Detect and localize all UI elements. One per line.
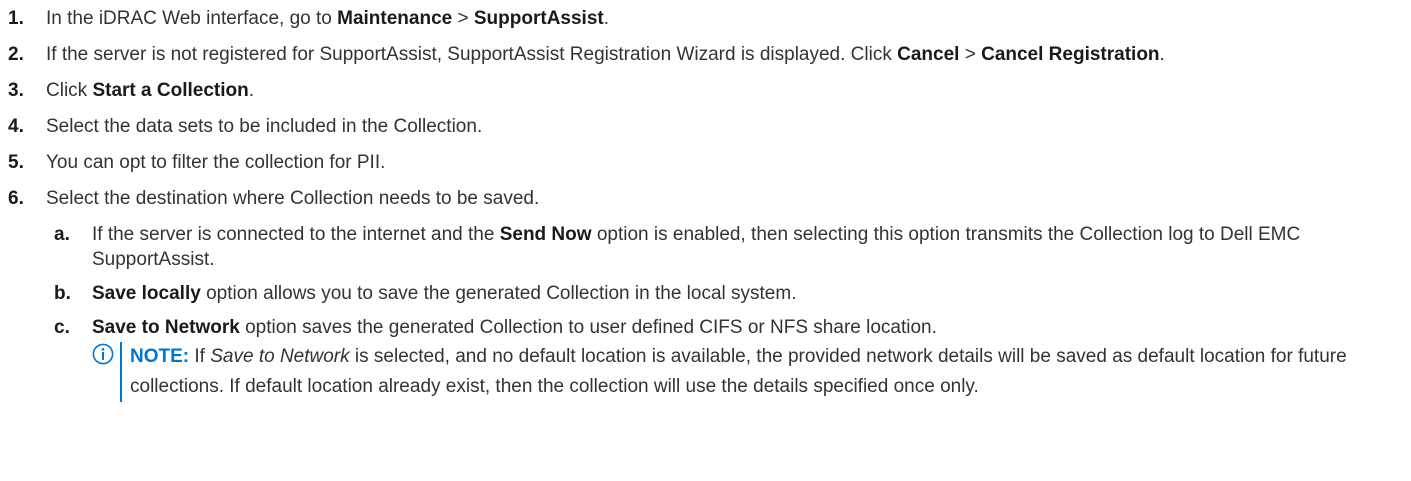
substep-letter: b.: [54, 283, 71, 304]
step-text: Click: [46, 80, 93, 101]
save-to-network-label: Save to Network: [92, 317, 240, 338]
substep-letter: c.: [54, 317, 70, 338]
step-4: 4. Select the data sets to be included i…: [0, 114, 1411, 139]
step-text: If the server is not registered for Supp…: [46, 44, 898, 65]
note-callout: NOTE: If Save to Network is selected, an…: [92, 342, 1411, 402]
step-text: Select the data sets to be included in t…: [46, 116, 483, 137]
substep-c: c. Save to Network option saves the gene…: [0, 315, 1411, 340]
save-locally-label: Save locally: [92, 283, 201, 304]
cancel-registration-label: Cancel Registration: [981, 44, 1160, 65]
step-5: 5. You can opt to filter the collection …: [0, 150, 1411, 175]
procedure-document: 1. In the iDRAC Web interface, go to Mai…: [0, 0, 1411, 402]
substep-letter: a.: [54, 224, 70, 245]
step-number: 1.: [8, 8, 24, 29]
punctuation: .: [603, 8, 610, 29]
step-2: 2. If the server is not registered for S…: [0, 42, 1411, 67]
info-circle-icon: [92, 343, 114, 365]
note-label: NOTE:: [130, 346, 190, 367]
menu-maintenance: Maintenance: [337, 8, 453, 29]
step-number: 5.: [8, 152, 24, 173]
substep-text: option saves the generated Collection to…: [239, 317, 937, 338]
step-text: You can opt to filter the collection for…: [46, 152, 386, 173]
substep-text: option allows you to save the generated …: [200, 283, 797, 304]
step-text: In the iDRAC Web interface, go to: [46, 8, 338, 29]
separator: >: [959, 44, 982, 65]
note-text: If: [189, 346, 211, 367]
step-number: 3.: [8, 80, 24, 101]
note-italic-option: Save to Network: [210, 346, 350, 367]
send-now-label: Send Now: [499, 224, 592, 245]
substep-a: a. If the server is connected to the int…: [0, 222, 1411, 272]
substep-b: b. Save locally option allows you to sav…: [0, 281, 1411, 306]
separator: >: [452, 8, 474, 29]
punctuation: .: [1159, 44, 1165, 65]
step-6: 6. Select the destination where Collecti…: [0, 186, 1411, 211]
step-number: 2.: [8, 44, 24, 65]
cancel-label: Cancel: [897, 44, 960, 65]
step-number: 6.: [8, 188, 24, 209]
step-number: 4.: [8, 116, 24, 137]
start-collection-label: Start a Collection: [92, 80, 249, 101]
step-1: 1. In the iDRAC Web interface, go to Mai…: [0, 6, 1411, 31]
menu-supportassist: SupportAssist: [473, 8, 604, 29]
substep-text: If the server is connected to the intern…: [92, 224, 500, 245]
step-text: Select the destination where Collection …: [46, 188, 540, 209]
note-body: NOTE: If Save to Network is selected, an…: [120, 342, 1411, 402]
step-3: 3. Click Start a Collection.: [0, 78, 1411, 103]
punctuation: .: [248, 80, 254, 101]
